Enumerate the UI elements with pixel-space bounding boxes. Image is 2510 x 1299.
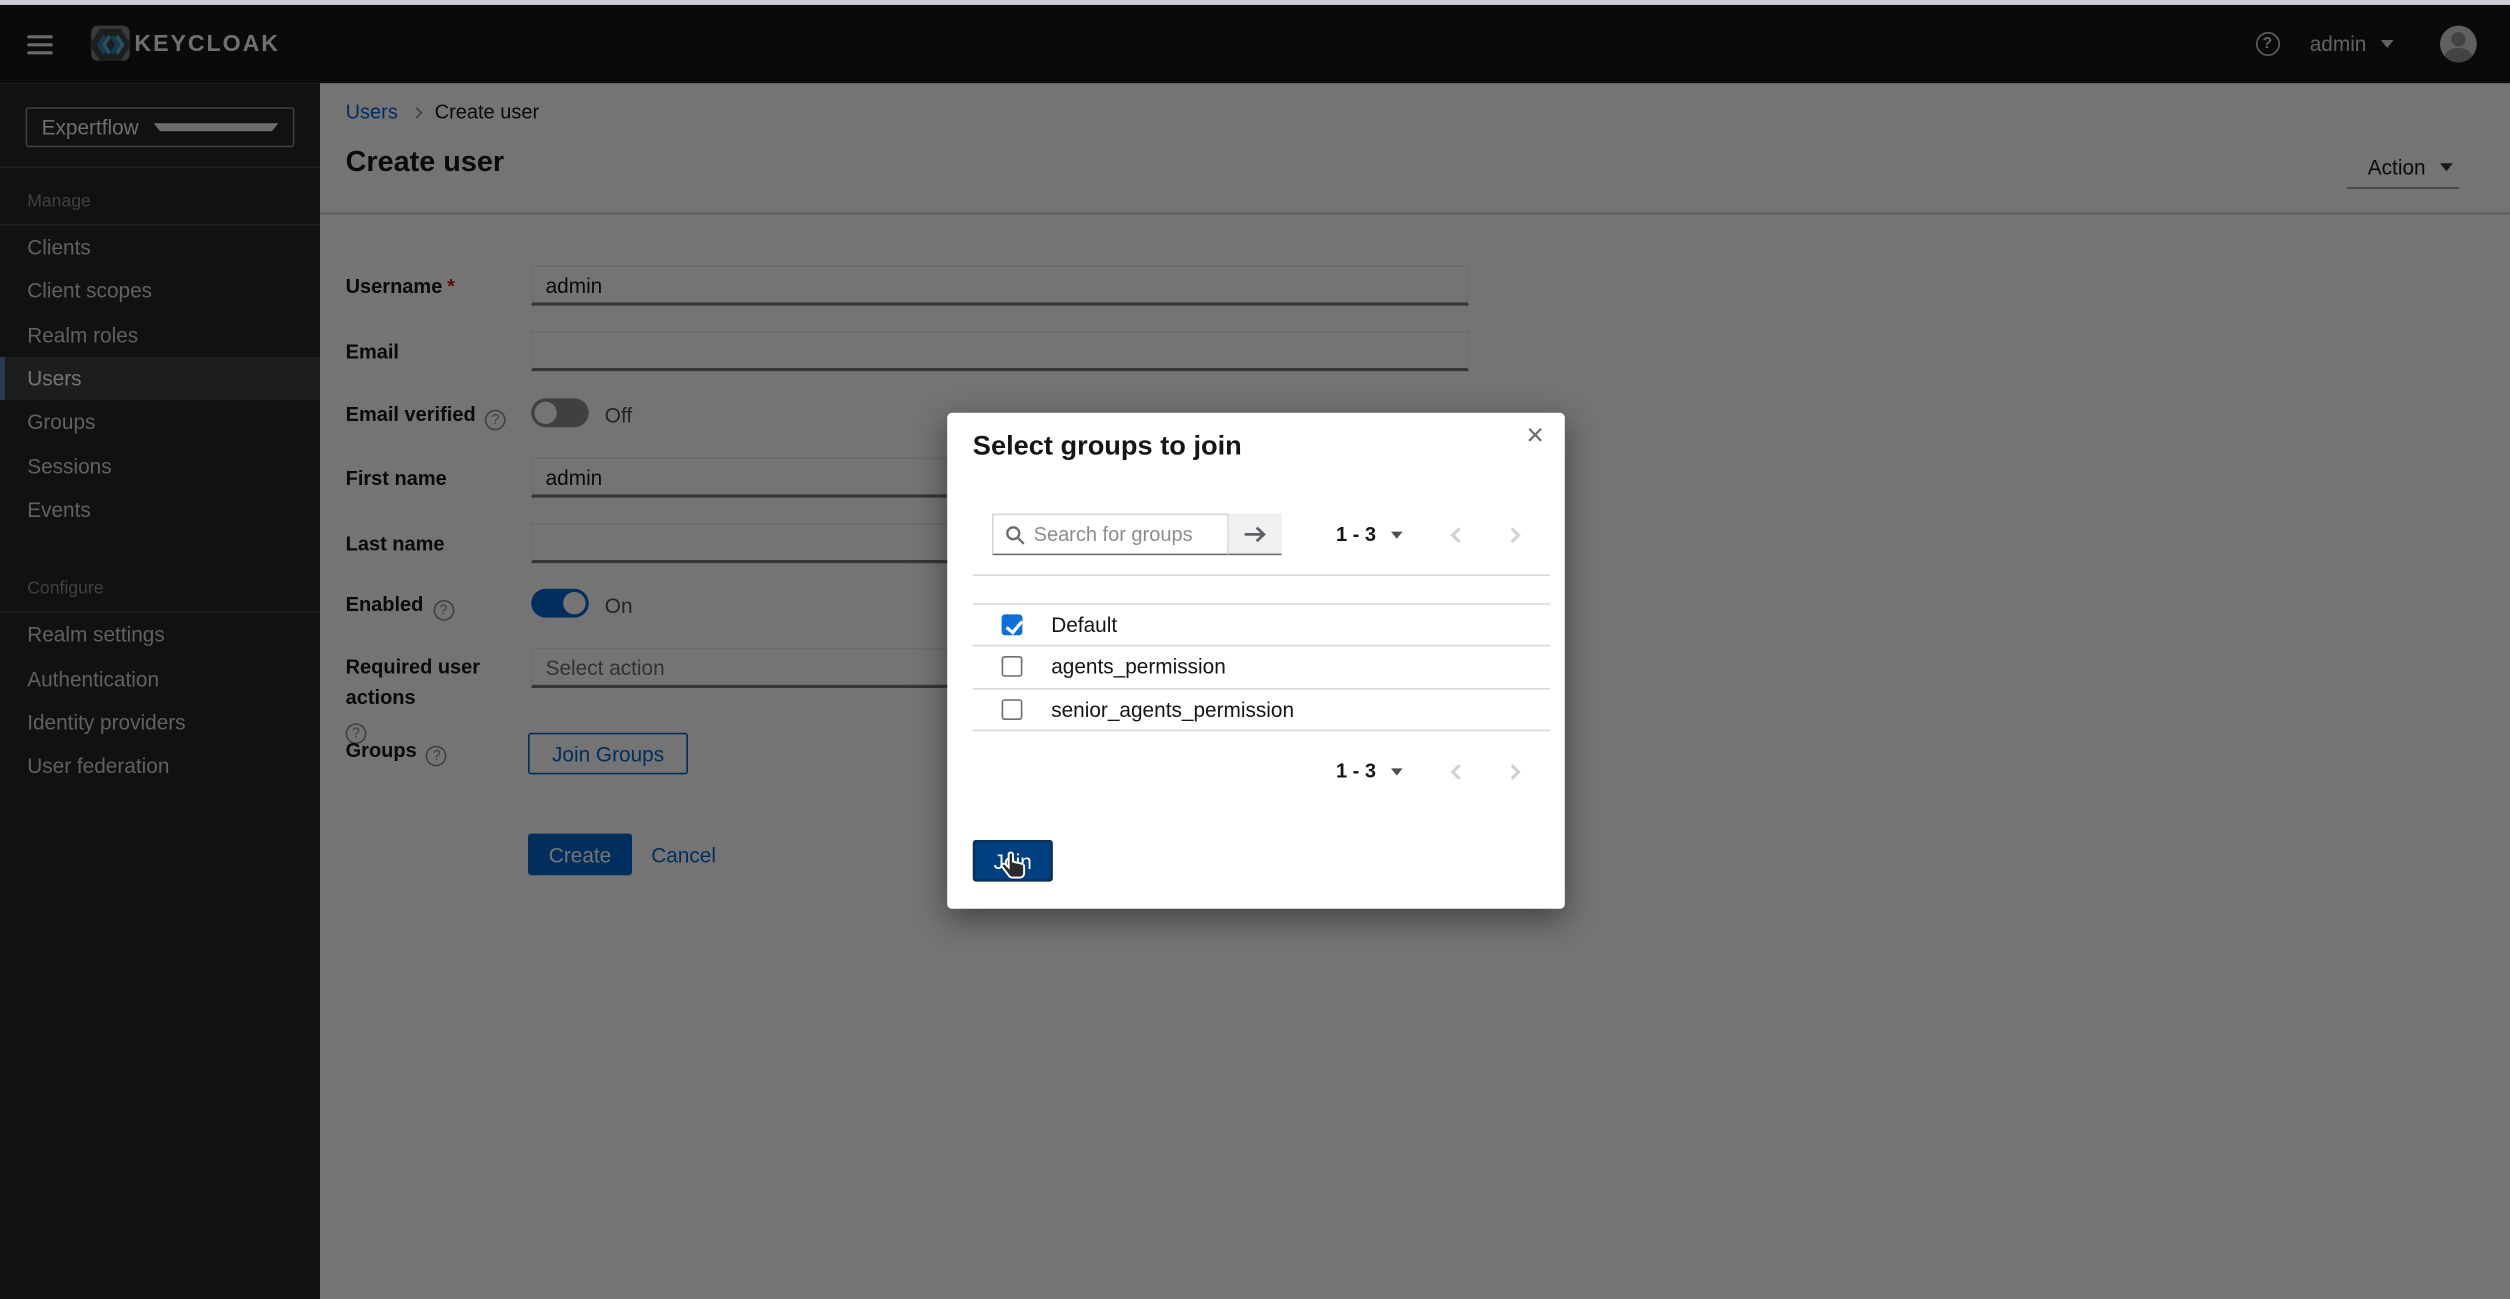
pagination-bottom: 1 - 3 (1336, 750, 1518, 792)
checkbox-default[interactable] (1002, 614, 1023, 635)
arrow-right-icon (1243, 524, 1267, 543)
checkbox-agents-permission[interactable] (1002, 656, 1023, 677)
close-icon[interactable]: × (1526, 421, 1544, 451)
group-row-agents-permission[interactable]: agents_permission (973, 646, 1551, 688)
pagination-range-dropdown[interactable]: 1 - 3 (1336, 760, 1403, 782)
modal-title: Select groups to join (973, 430, 1242, 462)
select-groups-modal: Select groups to join × 1 - 3 Default (947, 413, 1565, 909)
group-row-senior-agents-permission[interactable]: senior_agents_permission (973, 689, 1551, 731)
chevron-down-icon (1391, 531, 1403, 538)
next-page-icon[interactable] (1505, 763, 1521, 779)
join-button[interactable]: Join (973, 840, 1053, 882)
previous-page-icon[interactable] (1451, 763, 1467, 779)
pagination-top: 1 - 3 (1336, 514, 1518, 556)
next-page-icon[interactable] (1505, 526, 1521, 542)
search-submit-button[interactable] (1229, 514, 1282, 556)
group-search-row (992, 514, 1282, 556)
group-name: agents_permission (1051, 655, 1226, 679)
group-search-box (992, 514, 1229, 556)
pagination-range-dropdown[interactable]: 1 - 3 (1336, 523, 1403, 545)
checkbox-senior-agents-permission[interactable] (1002, 699, 1023, 720)
group-search-input[interactable] (1034, 523, 1228, 545)
group-row-default[interactable]: Default (973, 604, 1551, 646)
table-divider (973, 574, 1551, 576)
browser-edge-strip (0, 0, 2510, 5)
previous-page-icon[interactable] (1451, 526, 1467, 542)
chevron-down-icon (1391, 768, 1403, 775)
keycloak-admin-console: KEYCLOAK ? admin Expertflow Manage Clien… (0, 0, 2510, 1299)
search-icon (1005, 524, 1026, 545)
group-name: senior_agents_permission (1051, 697, 1294, 721)
group-name: Default (1051, 612, 1117, 636)
